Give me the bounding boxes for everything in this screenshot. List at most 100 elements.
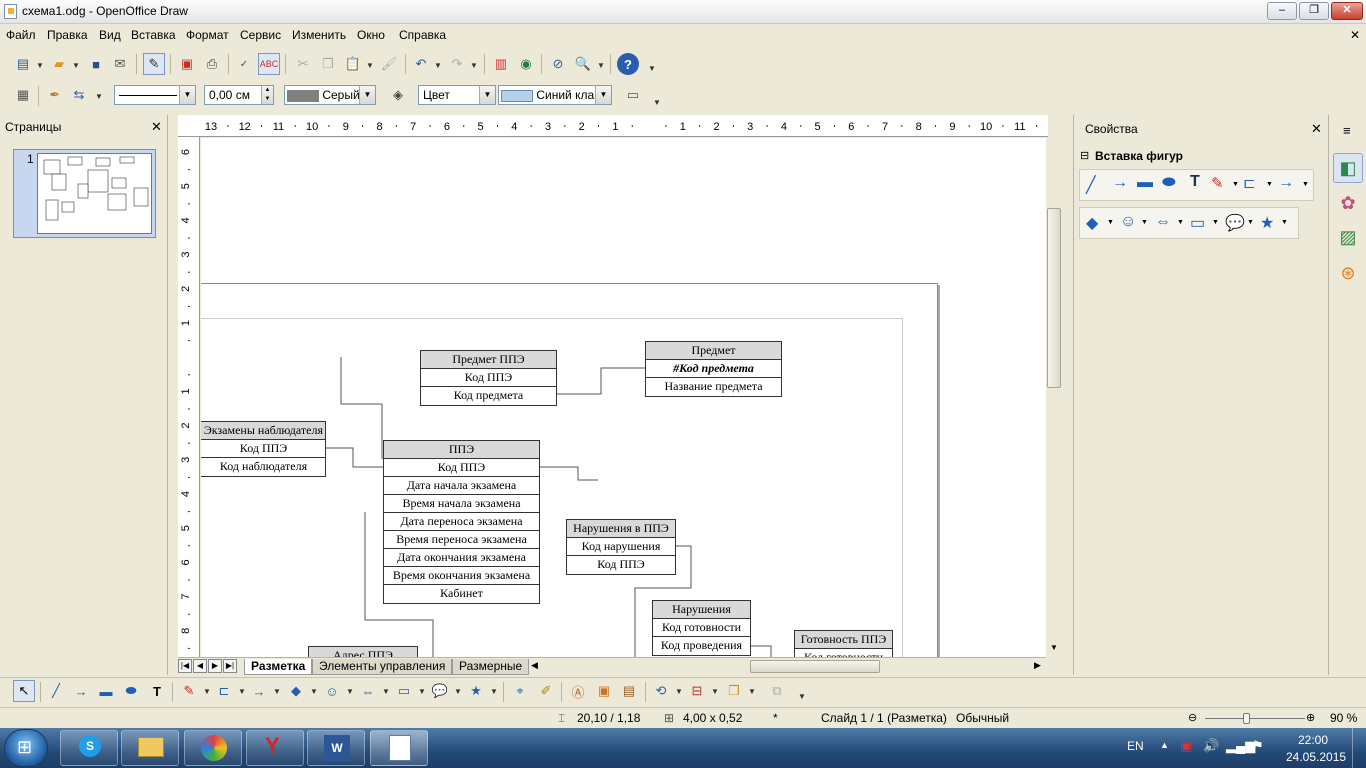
symbol-shapes-icon[interactable]: ☺ [1120,213,1136,231]
arrow-style-icon[interactable]: ⇆ [68,84,90,106]
clock-time[interactable]: 22:00 [1298,733,1328,747]
auto-spellcheck-icon[interactable]: ABC [258,53,280,75]
line-icon[interactable]: ✒ [44,84,66,106]
entity-ekzameny-nablyudatelya[interactable]: Экзамены наблюдателя Код ППЭ Код наблюда… [201,421,326,477]
zoom-slider[interactable] [1205,718,1305,719]
entity-predmet-ppe[interactable]: Предмет ППЭ Код ППЭ Код предмета [420,350,557,406]
arrow-tool-icon[interactable]: → [70,680,92,702]
toolbar-overflow-icon[interactable]: ▼ [648,64,656,73]
shadow-icon[interactable]: ▭ [622,84,644,106]
chevron-down-icon[interactable]: ▼ [1302,181,1309,188]
chevron-down-icon[interactable]: ▼ [36,61,44,70]
tab-layout[interactable]: Разметка [244,659,313,675]
stars-icon[interactable]: ★ [465,680,487,702]
gallery-tab-icon[interactable]: ▨ [1333,223,1363,253]
text-tool-icon[interactable]: T [1190,173,1200,191]
connector-tool-icon[interactable]: ⊏ [1243,174,1256,192]
horizontal-scrollbar-thumb[interactable] [750,660,880,673]
line-width-field[interactable]: 0,00 см ▲ ▼ [204,85,274,105]
chevron-down-icon[interactable]: ▼ [434,61,442,70]
menu-view[interactable]: Вид [99,28,121,42]
glue-points-icon[interactable]: ✐ [535,680,557,702]
align-icon[interactable]: ⊟ [686,680,708,702]
start-button[interactable]: ⊞ [4,729,48,767]
chevron-down-icon[interactable]: ▼ [72,61,80,70]
paste-icon[interactable]: 📋 [342,53,364,75]
zoom-icon[interactable]: 🔍 [572,53,594,75]
document-close-icon[interactable]: ✕ [1350,28,1360,42]
cut-icon[interactable]: ✂ [292,53,314,75]
close-icon[interactable]: ✕ [1311,121,1322,137]
copy-icon[interactable]: ❐ [317,53,339,75]
zoom-slider-handle[interactable] [1243,713,1250,724]
rectangle-tool-icon[interactable]: ▬ [95,680,117,702]
line-style-select[interactable]: ▼ [114,85,196,105]
taskbar-browser[interactable] [184,730,242,766]
drawing-canvas[interactable]: Предмет ППЭ Код ППЭ Код предмета Предмет… [201,138,1046,657]
text-tool-icon[interactable]: T [146,680,168,702]
horizontal-ruler[interactable]: 13 12 11 10 9 8 7 6 5 4 3 2 1 1 2 3 4 5 6 7 8 9 10 11 [178,115,1048,137]
chevron-down-icon[interactable]: ▼ [203,687,211,696]
entity-ppe[interactable]: ППЭ Код ППЭ Дата начала экзамена Время н… [383,440,540,604]
undo-icon[interactable]: ↶ [410,53,432,75]
modified-indicator[interactable]: * [773,711,778,725]
chevron-down-icon[interactable]: ▼ [418,687,426,696]
entity-adres-ppe[interactable]: Адрес ППЭ [308,646,418,657]
chevron-down-icon[interactable]: ▼ [1177,219,1184,226]
minimize-button[interactable]: – [1267,2,1297,20]
chevron-down-icon[interactable]: ▼ [1212,219,1219,226]
curve-tool-icon[interactable]: ✎ [1211,174,1224,192]
sidebar-menu-icon[interactable]: ≡ [1343,123,1351,138]
clock-date[interactable]: 24.05.2015 [1286,750,1346,764]
show-desktop-button[interactable] [1352,728,1366,768]
toolbar-overflow-icon[interactable]: ▼ [798,692,806,701]
chevron-down-icon[interactable]: ▼ [479,86,495,104]
menu-window[interactable]: Окно [357,28,385,42]
volume-icon[interactable]: 🔊 [1203,738,1219,754]
line-tool-icon[interactable]: ╱ [45,680,67,702]
basic-shapes-icon[interactable]: ◆ [1086,213,1098,233]
clone-format-icon[interactable]: 🖌 [378,53,400,75]
chevron-down-icon[interactable]: ▼ [1281,219,1288,226]
ellipse-tool-icon[interactable]: ⬬ [1162,174,1176,192]
area-icon[interactable]: ◈ [387,84,409,106]
taskbar-explorer[interactable] [121,730,179,766]
connector-tool-icon[interactable]: ⊏ [213,680,235,702]
chevron-down-icon[interactable]: ▼ [1232,181,1239,188]
first-tab-icon[interactable]: |◀ [178,659,192,673]
symbol-shapes-icon[interactable]: ☺ [321,680,343,702]
basic-shapes-icon[interactable]: ◆ [285,680,307,702]
open-folder-icon[interactable]: ▰ [48,53,70,75]
properties-tab-icon[interactable]: ◧ [1333,153,1363,183]
area-color-select[interactable]: Синий кла ▼ [498,85,612,105]
arrow-tool-icon[interactable]: → [1112,174,1128,192]
navigator-icon[interactable]: ⊘ [547,53,569,75]
insert-image-icon[interactable]: ▣ [593,680,615,702]
tray-app-icon[interactable]: ▣ [1180,738,1192,754]
taskbar-skype[interactable]: S [60,730,118,766]
chevron-down-icon[interactable]: ▼ [597,61,605,70]
taskbar-yandex[interactable]: Y [246,730,304,766]
zoom-out-icon[interactable]: ⊖ [1188,711,1197,724]
redo-icon[interactable]: ↷ [446,53,468,75]
taskbar-openoffice[interactable] [370,730,428,766]
scroll-right-icon[interactable]: ▶ [1034,660,1041,671]
scroll-left-icon[interactable]: ◀ [531,660,538,671]
chevron-down-icon[interactable]: ▼ [1141,219,1148,226]
navigator-tab-icon[interactable]: ⊛ [1333,259,1363,289]
language-indicator[interactable]: EN [1127,739,1144,753]
curve-tool-icon[interactable]: ✎ [178,680,200,702]
gallery-icon[interactable]: ▤ [618,680,640,702]
styles-tab-icon[interactable]: ✿ [1333,189,1363,219]
styles-icon[interactable]: ▦ [12,84,34,106]
rectangle-tool-icon[interactable]: ▬ [1137,174,1153,192]
chevron-down-icon[interactable]: ▼ [711,687,719,696]
edit-mode-icon[interactable]: ✎ [143,53,165,75]
entity-narusheniya[interactable]: Нарушения Код готовности Код проведения [652,600,751,656]
chevron-down-icon[interactable]: ▼ [179,86,195,104]
close-button[interactable]: ✕ [1331,2,1363,20]
area-style-select[interactable]: Цвет ▼ [418,85,496,105]
chevron-down-icon[interactable]: ▼ [273,687,281,696]
save-icon[interactable]: ■ [85,53,107,75]
email-icon[interactable]: ✉ [109,53,131,75]
